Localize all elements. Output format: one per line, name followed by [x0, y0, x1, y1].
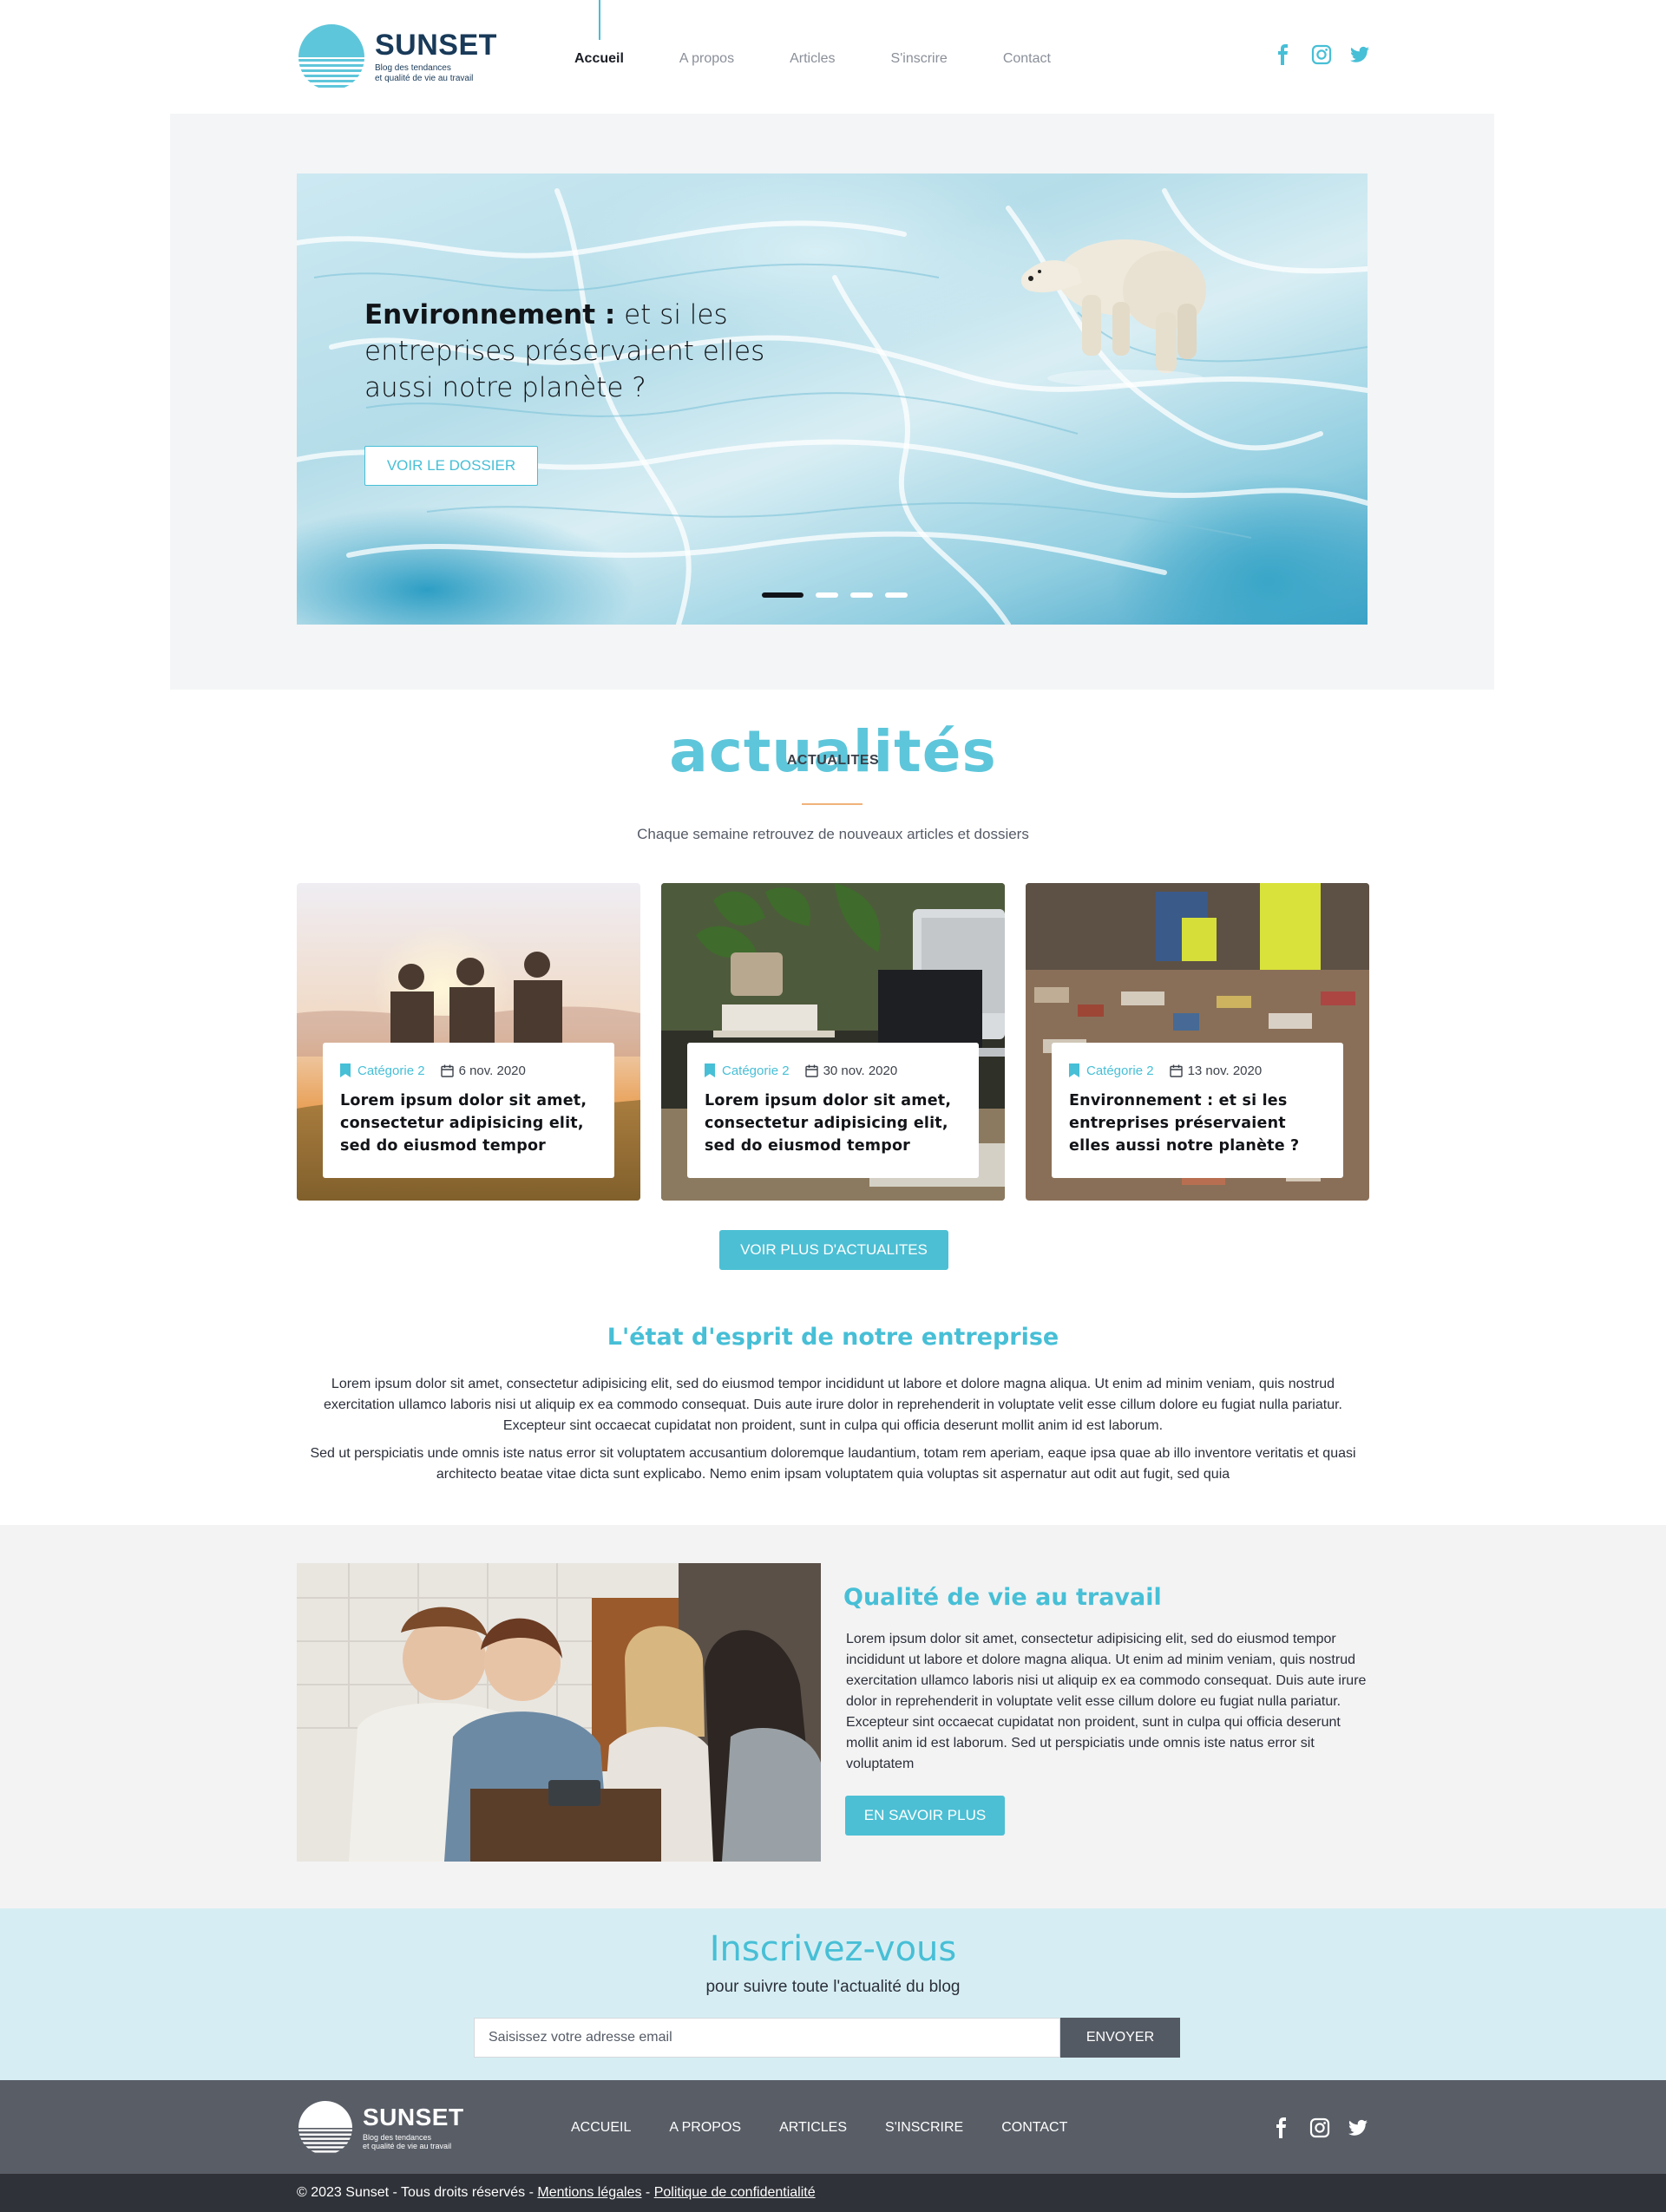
- site-footer: SUNSET Blog des tendances et qualité de …: [0, 2080, 1666, 2174]
- footer-nav-sinscrire[interactable]: S'INSCRIRE: [866, 2080, 982, 2174]
- qvt-title: Qualité de vie au travail: [843, 1584, 1162, 1611]
- footer-brand-tagline-line1: Blog des tendances: [363, 2133, 432, 2142]
- nav-item-articles[interactable]: Articles: [762, 0, 863, 115]
- polar-bear: [1020, 239, 1206, 387]
- news-title-divider: [802, 803, 863, 805]
- footer-brand-tagline: Blog des tendances et qualité de vie au …: [363, 2133, 458, 2150]
- news-card-meta: Catégorie 2 30 nov. 2020: [705, 1062, 961, 1079]
- bookmark-icon: [1069, 1063, 1079, 1077]
- twitter-icon[interactable]: [1347, 2117, 1369, 2139]
- nav-item-accueil[interactable]: Accueil: [547, 0, 652, 115]
- slider-dot-2[interactable]: [816, 592, 838, 598]
- instagram-icon[interactable]: [1309, 2117, 1331, 2139]
- esprit-paragraph-2: Sed ut perspiciatis unde omnis iste natu…: [310, 1446, 1356, 1482]
- site-header: SUNSET Blog des tendances et qualité de …: [0, 0, 1666, 115]
- en-savoir-plus-button[interactable]: EN SAVOIR PLUS: [845, 1796, 1005, 1836]
- calendar-icon: [440, 1064, 454, 1077]
- brand-tagline: Blog des tendances et qualité de vie au …: [375, 63, 479, 84]
- hero-title: Environnement : et si les entreprises pr…: [364, 297, 798, 406]
- footer-nav-a-propos[interactable]: A PROPOS: [650, 2080, 760, 2174]
- news-card-date: 13 nov. 2020: [1187, 1063, 1263, 1078]
- bookmark-icon: [340, 1063, 351, 1077]
- footer-nav-contact[interactable]: CONTACT: [982, 2080, 1086, 2174]
- news-card-content: Catégorie 2 6 nov. 2020 Lorem ipsum dolo…: [323, 1043, 614, 1178]
- news-card-title[interactable]: Lorem ipsum dolor sit amet, consectetur …: [705, 1090, 961, 1157]
- voir-le-dossier-button[interactable]: VOIR LE DOSSIER: [364, 446, 538, 486]
- header-social-links: [1272, 43, 1371, 66]
- brand-name: SUNSET: [375, 29, 497, 62]
- news-card-title[interactable]: Environnement : et si les entreprises pr…: [1069, 1090, 1326, 1157]
- hero-section: Environnement : et si les entreprises pr…: [170, 114, 1494, 690]
- news-card-date: 30 nov. 2020: [823, 1063, 898, 1078]
- facebook-icon[interactable]: [1272, 43, 1295, 66]
- news-title-decorative: actualités: [669, 718, 997, 785]
- copyright-text: © 2023 Sunset - Tous droits réservés -: [297, 2185, 538, 2200]
- news-cards: Catégorie 2 6 nov. 2020 Lorem ipsum dolo…: [297, 883, 1369, 1201]
- news-subtitle: Chaque semaine retrouvez de nouveaux art…: [637, 826, 1029, 842]
- news-title: ACTUALITES: [786, 753, 880, 768]
- brand-tagline-line1: Blog des tendances: [375, 63, 451, 73]
- news-card[interactable]: Catégorie 2 30 nov. 2020 Lorem ipsum dol…: [661, 883, 1005, 1201]
- slider-dot-3[interactable]: [850, 592, 873, 598]
- qvt-section: Qualité de vie au travail Lorem ipsum do…: [0, 1525, 1666, 1908]
- sunset-logo-icon: [298, 2101, 352, 2153]
- news-card-content: Catégorie 2 13 nov. 2020 Environnement :…: [1052, 1043, 1343, 1178]
- logo-text: SUNSET Blog des tendances et qualité de …: [375, 30, 497, 84]
- politique-confidentialite-link[interactable]: Politique de confidentialité: [654, 2185, 816, 2200]
- hero-slider[interactable]: Environnement : et si les entreprises pr…: [297, 173, 1368, 625]
- news-card-category[interactable]: Catégorie 2: [1086, 1063, 1154, 1078]
- newsletter-subtitle: pour suivre toute l'actualité du blog: [705, 1978, 961, 1996]
- news-card-date: 6 nov. 2020: [458, 1063, 526, 1078]
- envoyer-button[interactable]: ENVOYER: [1060, 2018, 1180, 2058]
- footer-logo-text: SUNSET Blog des tendances et qualité de …: [363, 2104, 464, 2151]
- news-card[interactable]: Catégorie 2 13 nov. 2020 Environnement :…: [1026, 883, 1369, 1201]
- qvt-text: Lorem ipsum dolor sit amet, consectetur …: [846, 1632, 1367, 1771]
- main-nav: Accueil A propos Articles S'inscrire Con…: [547, 0, 1079, 115]
- slider-dot-4[interactable]: [885, 592, 908, 598]
- footer-nav-accueil[interactable]: ACCUEIL: [552, 2080, 650, 2174]
- team-meeting-image: [297, 1563, 821, 1862]
- twitter-icon[interactable]: [1348, 43, 1371, 66]
- instagram-icon[interactable]: [1310, 43, 1333, 66]
- news-card-category[interactable]: Catégorie 2: [722, 1063, 790, 1078]
- nav-item-sinscrire[interactable]: S'inscrire: [863, 0, 975, 115]
- hero-title-bold: Environnement :: [364, 299, 616, 330]
- footer-brand-name: SUNSET: [363, 2104, 464, 2130]
- email-field[interactable]: [474, 2018, 1060, 2058]
- news-card-title[interactable]: Lorem ipsum dolor sit amet, consectetur …: [340, 1090, 597, 1157]
- footer-nav: ACCUEIL A PROPOS ARTICLES S'INSCRIRE CON…: [552, 2080, 1086, 2174]
- facebook-icon[interactable]: [1270, 2117, 1293, 2139]
- nav-item-a-propos[interactable]: A propos: [652, 0, 762, 115]
- footer-logo[interactable]: SUNSET Blog des tendances et qualité de …: [297, 2101, 464, 2155]
- footer-nav-articles[interactable]: ARTICLES: [760, 2080, 866, 2174]
- newsletter-section: Inscrivez-vous pour suivre toute l'actua…: [0, 1908, 1666, 2080]
- slider-pagination: [762, 592, 908, 598]
- sunset-logo-icon: [298, 24, 364, 88]
- news-card-meta: Catégorie 2 6 nov. 2020: [340, 1062, 597, 1079]
- nav-item-contact[interactable]: Contact: [975, 0, 1079, 115]
- voir-plus-actualites-button[interactable]: VOIR PLUS D'ACTUALITES: [719, 1230, 948, 1270]
- news-card-content: Catégorie 2 30 nov. 2020 Lorem ipsum dol…: [687, 1043, 979, 1178]
- news-card-category[interactable]: Catégorie 2: [357, 1063, 425, 1078]
- mentions-legales-link[interactable]: Mentions légales: [537, 2185, 641, 2200]
- slider-dot-1[interactable]: [762, 592, 803, 598]
- news-card[interactable]: Catégorie 2 6 nov. 2020 Lorem ipsum dolo…: [297, 883, 640, 1201]
- brand-tagline-line2: et qualité de vie au travail: [375, 74, 474, 83]
- news-card-meta: Catégorie 2 13 nov. 2020: [1069, 1062, 1326, 1079]
- esprit-title: L'état d'esprit de notre entreprise: [607, 1324, 1059, 1351]
- calendar-icon: [804, 1064, 818, 1077]
- site-logo[interactable]: SUNSET Blog des tendances et qualité de …: [297, 24, 505, 90]
- footer-brand-tagline-line2: et qualité de vie au travail: [363, 2142, 452, 2150]
- footer-social-links: [1270, 2117, 1369, 2139]
- footer-legal-bar: © 2023 Sunset - Tous droits réservés - M…: [0, 2174, 1666, 2212]
- newsletter-title: Inscrivez-vous: [709, 1929, 957, 1969]
- esprit-paragraph-1: Lorem ipsum dolor sit amet, consectetur …: [324, 1377, 1342, 1433]
- bookmark-icon: [705, 1063, 715, 1077]
- legal-separator: -: [641, 2185, 654, 2200]
- calendar-icon: [1169, 1064, 1183, 1077]
